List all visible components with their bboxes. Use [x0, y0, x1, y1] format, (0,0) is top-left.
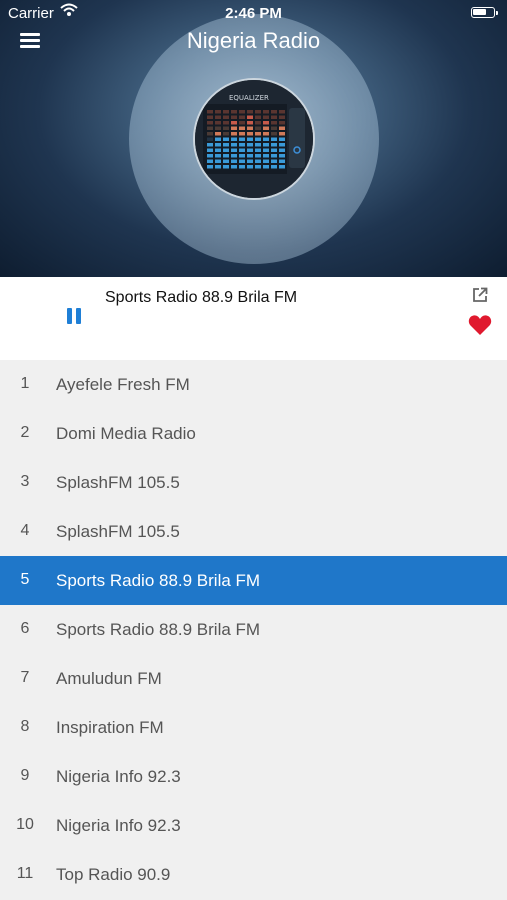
station-name: Top Radio 90.9	[56, 865, 171, 884]
station-name: Amuludun FM	[56, 669, 162, 688]
station-row[interactable]: 11 Top Radio 90.9	[0, 850, 507, 899]
station-number: 7	[20, 669, 30, 686]
station-number: 1	[20, 375, 30, 392]
station-row[interactable]: 4 SplashFM 105.5	[0, 507, 507, 556]
station-number: 8	[20, 718, 30, 735]
station-number: 3	[20, 473, 30, 490]
station-row[interactable]: 1 Ayefele Fresh FM	[0, 360, 507, 409]
station-name: Nigeria Info 92.3	[56, 816, 181, 835]
station-row[interactable]: 9 Nigeria Info 92.3	[0, 752, 507, 801]
header: Carrier 2:46 PM Nigeria Radio EQUALIZER	[0, 0, 507, 277]
station-name: SplashFM 105.5	[56, 473, 180, 492]
status-bar: Carrier 2:46 PM	[0, 0, 507, 28]
station-row[interactable]: 8 Inspiration FM	[0, 703, 507, 752]
station-name: Sports Radio 88.9 Brila FM	[56, 571, 261, 590]
app-title: Nigeria Radio	[186, 28, 321, 53]
station-number: 2	[20, 424, 30, 441]
station-row[interactable]: 2 Domi Media Radio	[0, 409, 507, 458]
now-playing-title: Sports Radio 88.9 Brila FM	[105, 289, 298, 306]
station-number: 5	[20, 571, 30, 588]
station-name: Domi Media Radio	[56, 424, 196, 443]
station-number: 6	[20, 620, 30, 637]
station-row[interactable]: 3 SplashFM 105.5	[0, 458, 507, 507]
station-row-selected[interactable]: 5 Sports Radio 88.9 Brila FM	[0, 556, 507, 605]
station-name: Ayefele Fresh FM	[56, 375, 190, 394]
battery-icon	[471, 7, 498, 18]
station-number: 9	[20, 767, 30, 784]
station-number: 4	[20, 522, 30, 539]
station-name: Nigeria Info 92.3	[56, 767, 181, 786]
artwork-label: EQUALIZER	[229, 94, 269, 102]
station-row[interactable]: 7 Amuludun FM	[0, 654, 507, 703]
heart-icon[interactable]	[468, 314, 492, 336]
pause-icon[interactable]	[64, 306, 84, 326]
station-artwork: EQUALIZER	[193, 78, 315, 200]
status-time: 2:46 PM	[225, 5, 282, 22]
station-number: 10	[16, 816, 34, 833]
station-row[interactable]: 6 Sports Radio 88.9 Brila FM	[0, 605, 507, 654]
station-list: 1 Ayefele Fresh FM 2 Domi Media Radio 3 Spl…	[0, 360, 507, 899]
equalizer-artwork: EQUALIZER	[195, 80, 313, 198]
station-row[interactable]: 10 Nigeria Info 92.3	[0, 801, 507, 850]
station-name: Sports Radio 88.9 Brila FM	[56, 620, 261, 639]
station-name: SplashFM 105.5	[56, 522, 180, 541]
station-name: Inspiration FM	[56, 718, 164, 737]
share-external-icon[interactable]	[472, 287, 488, 303]
station-number: 11	[16, 865, 34, 882]
